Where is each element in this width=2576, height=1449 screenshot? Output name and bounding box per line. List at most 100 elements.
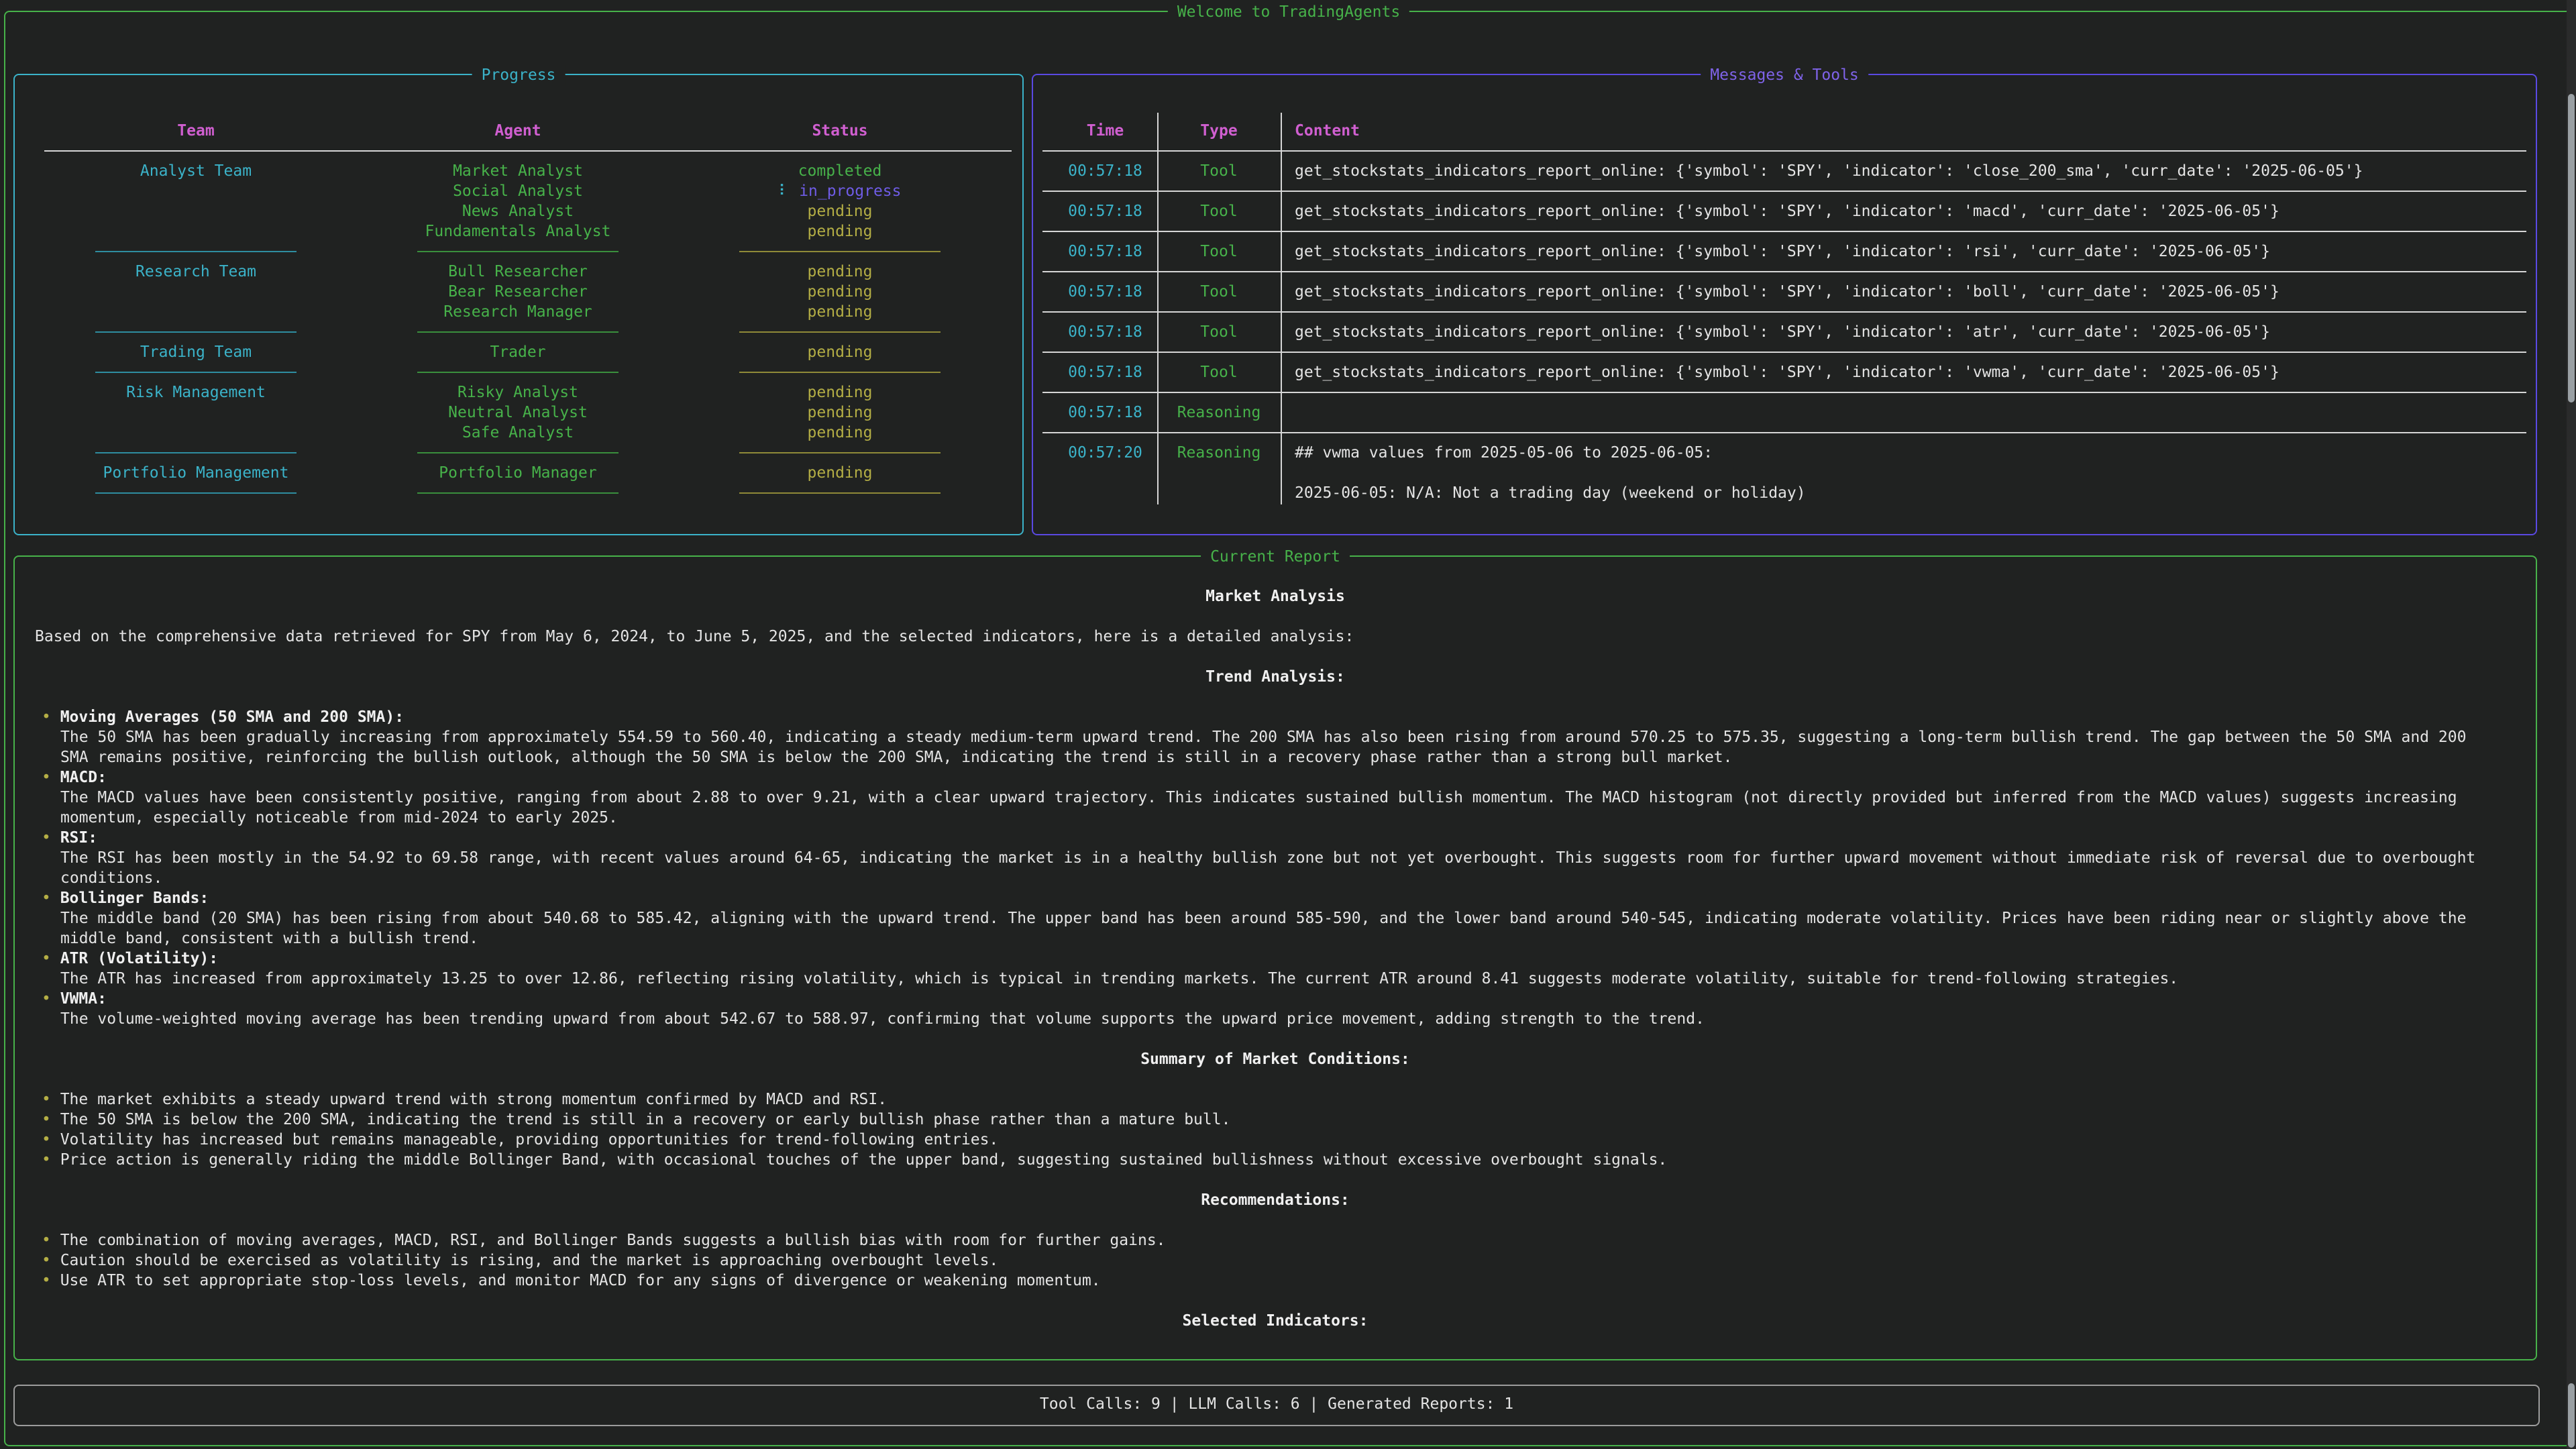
- team-cell: Analyst Team: [35, 161, 357, 181]
- separator-cell: [357, 241, 679, 262]
- status-cell: pending: [679, 262, 1001, 282]
- progress-row: Safe Analystpending: [15, 423, 1022, 443]
- progress-panel-title: Progress: [472, 65, 566, 85]
- report-line: [35, 606, 2516, 627]
- progress-row: Social Analyst⠇ in_progress: [15, 181, 1022, 201]
- separator-line: [417, 372, 619, 373]
- report-line: [35, 1029, 2516, 1049]
- team-cell: [35, 181, 357, 201]
- agent-cell: Fundamentals Analyst: [357, 221, 679, 241]
- message-content-line: get_stockstats_indicators_report_online:…: [1295, 282, 2536, 302]
- message-content-line: get_stockstats_indicators_report_online:…: [1295, 201, 2536, 221]
- current-report-panel: Current Report Market AnalysisBased on t…: [13, 555, 2537, 1360]
- message-row: 00:57:18Toolget_stockstats_indicators_re…: [1033, 362, 2536, 382]
- report-line: conditions.: [35, 868, 2516, 888]
- team-cell: [35, 201, 357, 221]
- report-line: Recommendations:: [35, 1190, 2516, 1210]
- message-type: Reasoning: [1157, 443, 1281, 503]
- separator-cell: [35, 241, 357, 262]
- bullet-icon: •: [42, 890, 60, 907]
- bullet-icon: •: [42, 1252, 60, 1269]
- separator-line: [95, 492, 297, 494]
- status-cell: pending: [679, 382, 1001, 402]
- message-content-line: [1295, 463, 2536, 483]
- separator-cell: [679, 241, 1001, 262]
- separator-line: [95, 452, 297, 453]
- report-line: [35, 1210, 2516, 1230]
- message-content-line: get_stockstats_indicators_report_online:…: [1295, 241, 2536, 262]
- message-row: 00:57:18Toolget_stockstats_indicators_re…: [1033, 201, 2536, 221]
- message-content: get_stockstats_indicators_report_online:…: [1281, 201, 2536, 221]
- progress-table-body: Analyst TeamMarket AnalystcompletedSocia…: [15, 161, 1022, 503]
- message-time: 00:57:20: [1033, 443, 1157, 503]
- report-line: • Price action is generally riding the m…: [35, 1150, 2516, 1170]
- separator-line: [95, 331, 297, 333]
- report-line: • Bollinger Bands:: [35, 888, 2516, 908]
- separator-cell: [679, 443, 1001, 463]
- status-cell: completed: [679, 161, 1001, 181]
- report-line: • VWMA:: [35, 989, 2516, 1009]
- progress-row: Risk ManagementRisky Analystpending: [15, 382, 1022, 402]
- report-line-text: MACD:: [60, 769, 107, 786]
- message-type: Tool: [1157, 362, 1281, 382]
- message-type: Tool: [1157, 241, 1281, 262]
- report-line: • The market exhibits a steady upward tr…: [35, 1089, 2516, 1110]
- separator-cell: [679, 322, 1001, 342]
- message-type: Tool: [1157, 161, 1281, 181]
- team-cell: [35, 221, 357, 241]
- message-content-line: get_stockstats_indicators_report_online:…: [1295, 161, 2536, 181]
- separator-line: [95, 372, 297, 373]
- column-header-type: Type: [1157, 121, 1281, 141]
- report-line: Summary of Market Conditions:: [35, 1049, 2516, 1069]
- message-time: 00:57:18: [1033, 161, 1157, 181]
- scrollbar-thumb[interactable]: [2568, 1383, 2575, 1448]
- message-type: Tool: [1157, 282, 1281, 302]
- report-line-text: Caution should be exercised as volatilit…: [60, 1252, 999, 1269]
- separator-cell: [357, 362, 679, 382]
- agent-cell: Safe Analyst: [357, 423, 679, 443]
- message-row: 00:57:18Toolget_stockstats_indicators_re…: [1033, 282, 2536, 302]
- bullet-icon: •: [42, 1131, 60, 1148]
- status-cell: pending: [679, 342, 1001, 362]
- report-line: Based on the comprehensive data retrieve…: [35, 627, 2516, 647]
- bullet-icon: •: [42, 769, 60, 786]
- report-line: • ATR (Volatility):: [35, 949, 2516, 969]
- separator-cell: [357, 483, 679, 503]
- terminal-screen: Welcome to TradingAgents Progress Team A…: [0, 0, 2576, 1449]
- report-line: • Volatility has increased but remains m…: [35, 1130, 2516, 1150]
- status-cell: pending: [679, 402, 1001, 423]
- row-separator: [1033, 181, 2536, 201]
- message-row: 00:57:20Reasoning## vwma values from 202…: [1033, 443, 2536, 503]
- status-cell: pending: [679, 463, 1001, 483]
- progress-row: Trading TeamTraderpending: [15, 342, 1022, 362]
- separator-cell: [357, 443, 679, 463]
- separator-cell: [679, 483, 1001, 503]
- report-line: • Caution should be exercised as volatil…: [35, 1250, 2516, 1271]
- message-content: get_stockstats_indicators_report_online:…: [1281, 241, 2536, 262]
- progress-row: Portfolio ManagementPortfolio Managerpen…: [15, 463, 1022, 483]
- team-cell: Portfolio Management: [35, 463, 357, 483]
- row-separator: [1033, 302, 2536, 322]
- separator-line: [739, 372, 941, 373]
- bullet-icon: •: [42, 1111, 60, 1128]
- scrollbar-thumb[interactable]: [2568, 94, 2575, 402]
- report-line: Market Analysis: [35, 586, 2516, 606]
- message-content: get_stockstats_indicators_report_online:…: [1281, 322, 2536, 342]
- message-row: 00:57:18Tool get_stockstats_indicators_re…: [1033, 161, 2536, 181]
- report-line: The RSI has been mostly in the 54.92 to …: [35, 848, 2516, 868]
- message-content: [1281, 402, 2536, 423]
- row-separator: [1033, 262, 2536, 282]
- status-cell: pending: [679, 282, 1001, 302]
- report-panel-title: Current Report: [1201, 547, 1350, 567]
- bullet-icon: •: [42, 1232, 60, 1249]
- separator-line: [417, 251, 619, 252]
- messages-table-header: Time Type Content: [1033, 121, 2536, 141]
- agent-cell: Bear Researcher: [357, 282, 679, 302]
- message-row: 00:57:18Toolget_stockstats_indicators_re…: [1033, 322, 2536, 342]
- status-cell: pending: [679, 201, 1001, 221]
- message-time: 00:57:18: [1033, 201, 1157, 221]
- separator-line: [739, 452, 941, 453]
- app-title: Welcome to TradingAgents: [1168, 2, 1409, 22]
- message-time: 00:57:18: [1033, 402, 1157, 423]
- report-content: Market Analysis Based on the comprehensiv…: [35, 586, 2516, 1331]
